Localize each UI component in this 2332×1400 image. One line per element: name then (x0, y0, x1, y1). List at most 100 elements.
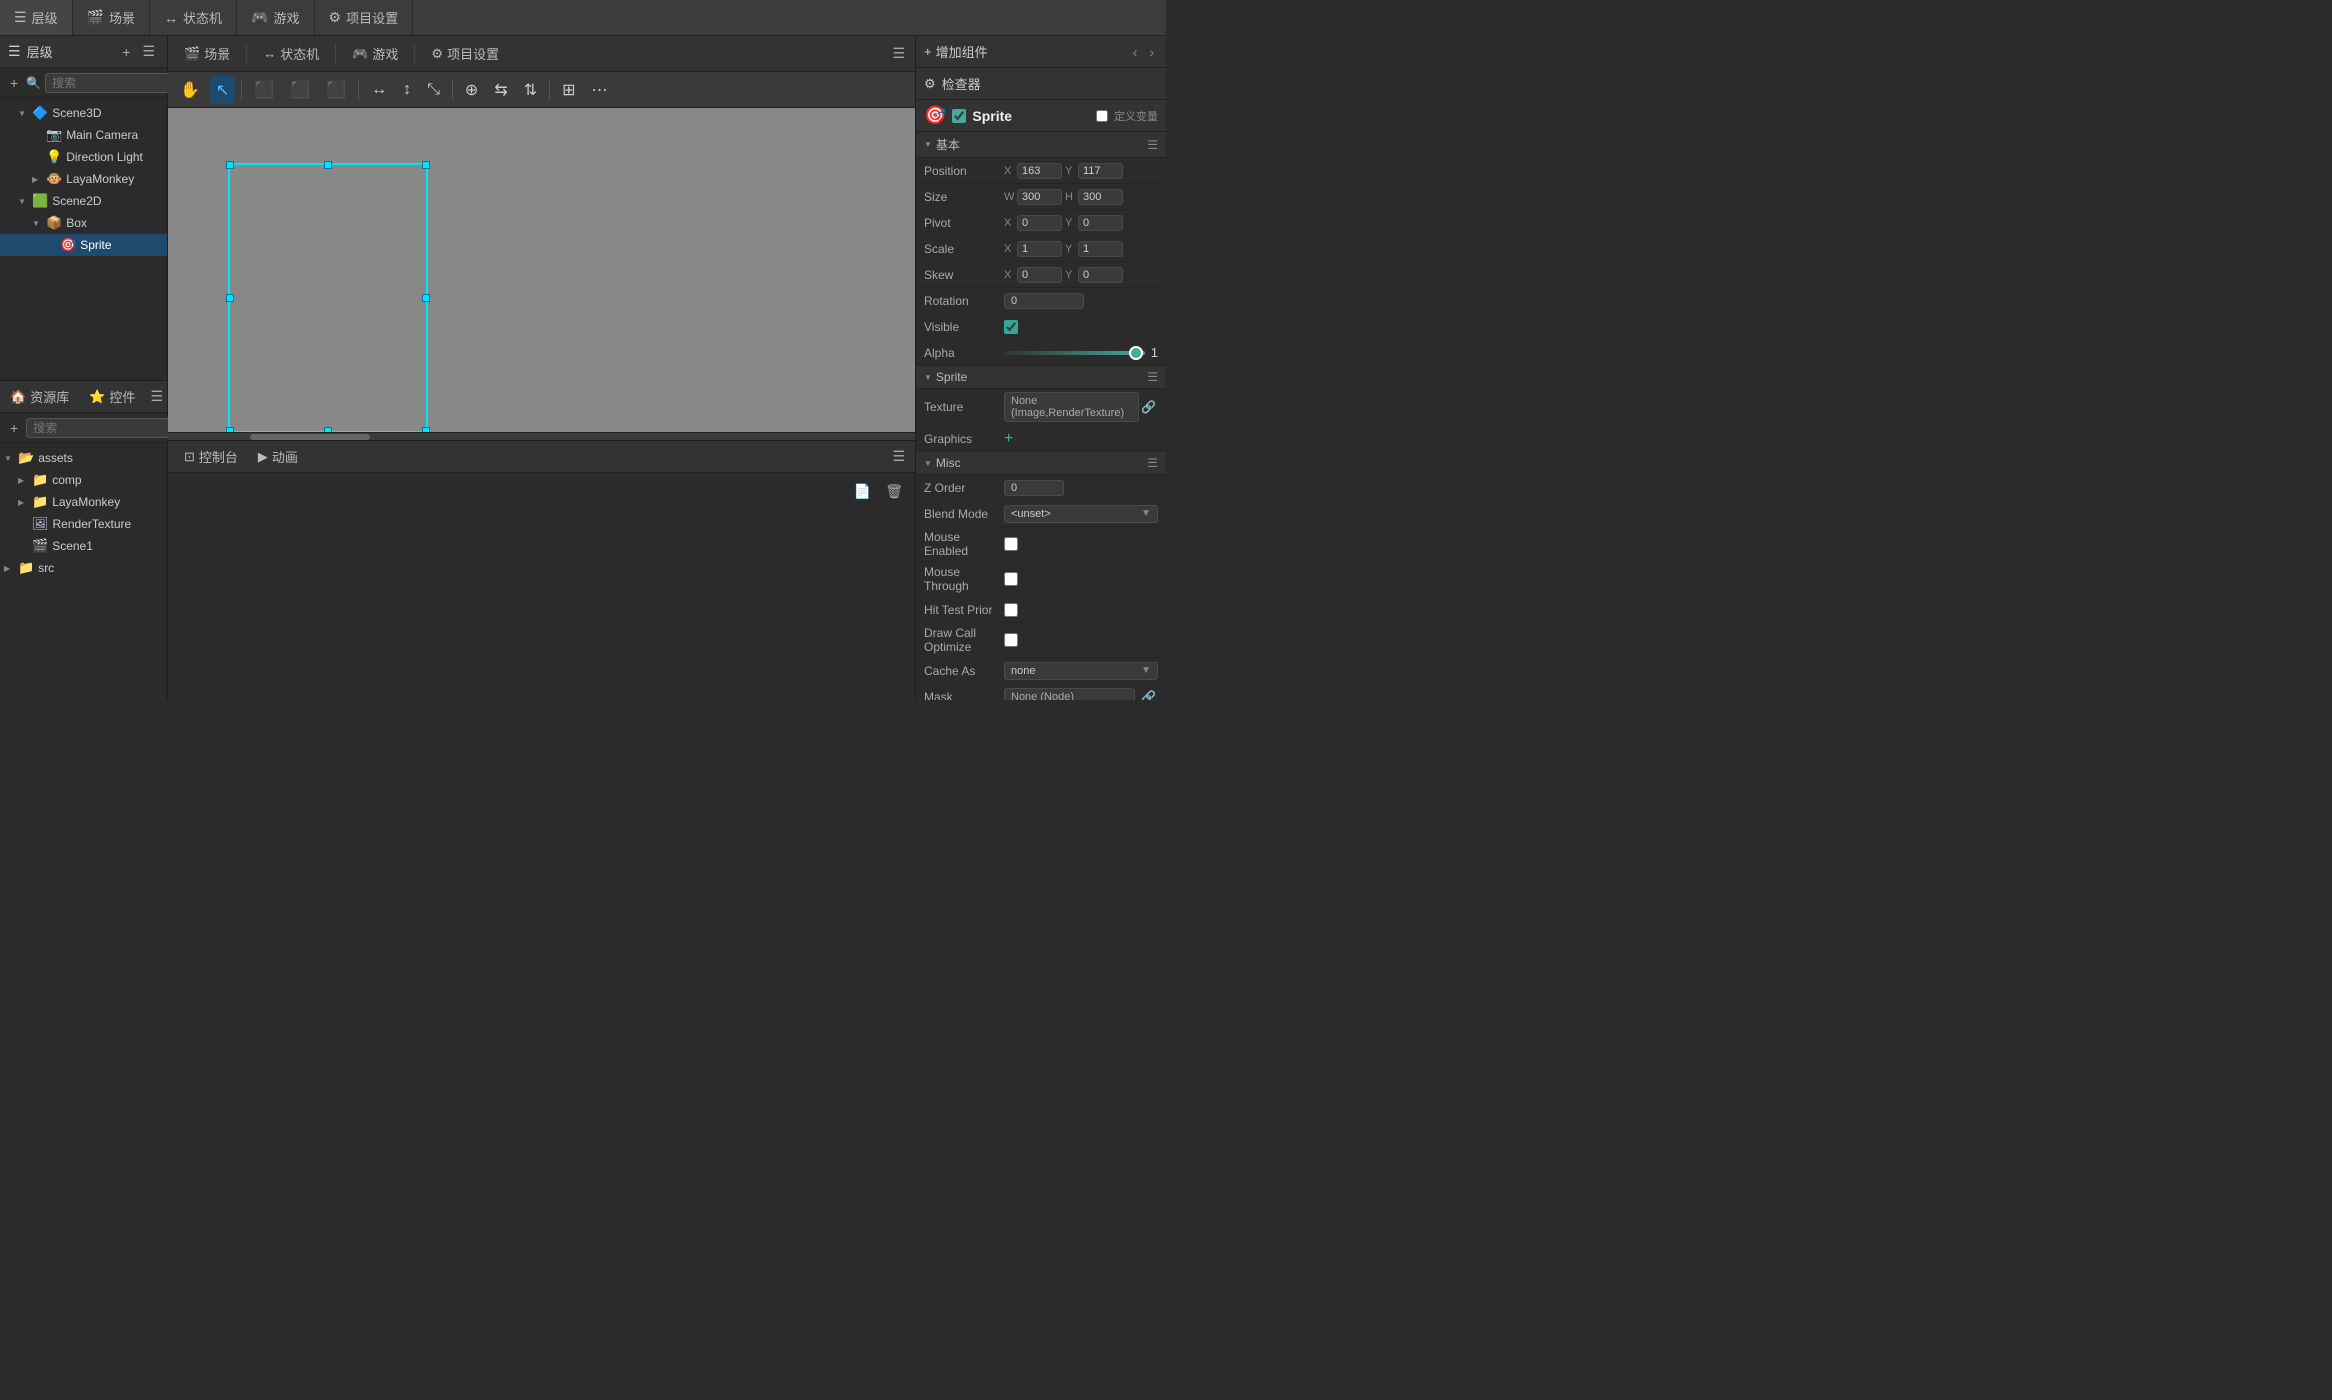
inspector-forward-btn[interactable]: › (1145, 42, 1158, 62)
handle-mid-left[interactable] (226, 294, 234, 302)
viewport-scrollbar[interactable] (168, 432, 915, 440)
tree-item-laya-monkey[interactable]: 🐵 LayaMonkey (0, 168, 167, 190)
section-misc-header[interactable]: Misc ☰ (916, 452, 1166, 475)
assets-menu-btn[interactable]: ☰ (146, 386, 167, 407)
asset-item-render-texture[interactable]: 🖼 RenderTexture (0, 513, 167, 535)
pivot-x-input[interactable] (1017, 215, 1062, 231)
handle-bottom-center[interactable] (324, 427, 332, 432)
component-enabled-checkbox[interactable] (952, 109, 966, 123)
scene2d-arrow[interactable] (18, 196, 32, 207)
stretch-both-btn[interactable]: ⤡ (421, 77, 446, 103)
tree-item-scene2d[interactable]: 🟩 Scene2D (0, 190, 167, 212)
console-copy-btn[interactable]: 📄 (850, 481, 875, 502)
mouse-through-checkbox[interactable] (1004, 572, 1018, 586)
z-order-input[interactable] (1004, 480, 1064, 496)
scene3d-arrow[interactable] (18, 108, 32, 119)
inspector-back-btn[interactable]: ‹ (1129, 42, 1142, 62)
scale-x-input[interactable] (1017, 241, 1062, 257)
scene-tab-states[interactable]: ↔ 状态机 (253, 40, 329, 67)
visible-checkbox[interactable] (1004, 320, 1018, 334)
anchor-btn[interactable]: ⊕ (459, 76, 484, 104)
asset-item-layamonkey[interactable]: 📁 LayaMonkey (0, 491, 167, 513)
tree-item-sprite[interactable]: 🎯 Sprite (0, 234, 167, 256)
comp-arrow[interactable] (18, 475, 32, 486)
console-clear-btn[interactable]: 🗑 (881, 481, 907, 502)
asset-add-btn[interactable]: + (6, 418, 22, 438)
monkey-arrow[interactable] (32, 174, 46, 185)
handle-top-left[interactable] (226, 161, 234, 169)
scene-tab-game[interactable]: 🎮 游戏 (342, 40, 408, 67)
hit-test-prior-checkbox[interactable] (1004, 603, 1018, 617)
sprite-section-menu[interactable]: ☰ (1147, 370, 1158, 384)
tree-item-scene3d[interactable]: 🔷 Scene3D (0, 102, 167, 124)
basic-section-menu[interactable]: ☰ (1147, 138, 1158, 152)
hand-tool-btn[interactable]: ✋ (174, 76, 206, 104)
handle-bottom-right[interactable] (422, 427, 430, 432)
scene-tab-project[interactable]: ⚙ 项目设置 (421, 40, 509, 67)
asset-item-comp[interactable]: 📁 comp (0, 469, 167, 491)
section-basic-header[interactable]: 基本 ☰ (916, 132, 1166, 158)
src-arrow[interactable] (4, 563, 18, 574)
bottom-menu-btn[interactable]: ☰ (888, 446, 909, 467)
tab-scene[interactable]: 🎬 场景 (73, 0, 150, 35)
add-component-btn[interactable]: + 增加组件 (924, 42, 988, 61)
cache-as-dropdown[interactable]: none ▼ (1004, 662, 1158, 680)
mouse-enabled-checkbox[interactable] (1004, 537, 1018, 551)
skew-x-input[interactable] (1017, 267, 1062, 283)
hierarchy-add-btn[interactable]: + (118, 42, 134, 62)
tab-project[interactable]: ⚙ 项目设置 (315, 0, 414, 35)
tree-item-main-camera[interactable]: 📷 Main Camera (0, 124, 167, 146)
tree-item-direction-light[interactable]: 💡 Direction Light (0, 146, 167, 168)
flip-v-btn[interactable]: ⇅ (518, 76, 543, 104)
define-variable-btn[interactable]: 定义变量 (1114, 108, 1158, 124)
hierarchy-add-small-btn[interactable]: + (6, 73, 22, 93)
select-tool-btn[interactable]: ↖ (210, 76, 235, 104)
scale-y-input[interactable] (1078, 241, 1123, 257)
misc-section-menu[interactable]: ☰ (1147, 456, 1158, 470)
grid-btn[interactable]: ⊞ (556, 76, 581, 104)
box-arrow[interactable] (32, 218, 46, 229)
handle-top-right[interactable] (422, 161, 430, 169)
define-variable-checkbox[interactable] (1096, 110, 1108, 122)
asset-item-root[interactable]: 📂 assets (0, 447, 167, 469)
tab-controls[interactable]: ⭐ 控件 (79, 381, 145, 412)
handle-top-center[interactable] (324, 161, 332, 169)
rotation-input[interactable] (1004, 293, 1084, 309)
position-x-input[interactable] (1017, 163, 1062, 179)
mask-link-btn[interactable]: 🔗 (1139, 688, 1158, 701)
tab-layers[interactable]: ☰ 层级 (0, 0, 73, 35)
tab-assets[interactable]: 🏠 资源库 (0, 381, 79, 412)
tree-item-box[interactable]: 📦 Box (0, 212, 167, 234)
blend-mode-dropdown[interactable]: <unset> ▼ (1004, 505, 1158, 523)
size-h-input[interactable] (1078, 189, 1123, 205)
assets-root-arrow[interactable] (4, 453, 18, 464)
tab-states[interactable]: ↔ 状态机 (150, 0, 237, 35)
handle-mid-right[interactable] (422, 294, 430, 302)
section-sprite-header[interactable]: Sprite ☰ (916, 366, 1166, 389)
draw-call-optimize-checkbox[interactable] (1004, 633, 1018, 647)
alpha-slider[interactable] (1004, 351, 1145, 355)
flip-h-btn[interactable]: ⇆ (488, 76, 513, 104)
hierarchy-menu-btn[interactable]: ☰ (138, 41, 159, 62)
pivot-y-input[interactable] (1078, 215, 1123, 231)
asset-item-scene1[interactable]: 🎬 Scene1 (0, 535, 167, 557)
tab-animation[interactable]: ▶ 动画 (248, 441, 308, 472)
align-left-btn[interactable]: ⬛ (248, 76, 280, 104)
scene-tab-scene[interactable]: 🎬 场景 (174, 40, 240, 67)
align-right-btn[interactable]: ⬛ (320, 76, 352, 104)
lm-folder-arrow[interactable] (18, 497, 32, 508)
tab-game[interactable]: 🎮 游戏 (237, 0, 314, 35)
texture-link-btn[interactable]: 🔗 (1139, 398, 1158, 416)
stretch-v-btn[interactable]: ↕ (397, 77, 417, 103)
tab-console[interactable]: ⊡ 控制台 (174, 441, 248, 472)
handle-bottom-left[interactable] (226, 427, 234, 432)
viewport-menu-btn[interactable]: ☰ (888, 43, 909, 64)
extra-btn[interactable]: ⋯ (586, 76, 614, 104)
asset-item-src[interactable]: 📁 src (0, 557, 167, 579)
skew-y-input[interactable] (1078, 267, 1123, 283)
graphics-add-btn[interactable]: + (1004, 430, 1013, 448)
stretch-h-btn[interactable]: ↔ (365, 77, 393, 103)
size-w-input[interactable] (1017, 189, 1062, 205)
align-center-btn[interactable]: ⬛ (284, 76, 316, 104)
position-y-input[interactable] (1078, 163, 1123, 179)
